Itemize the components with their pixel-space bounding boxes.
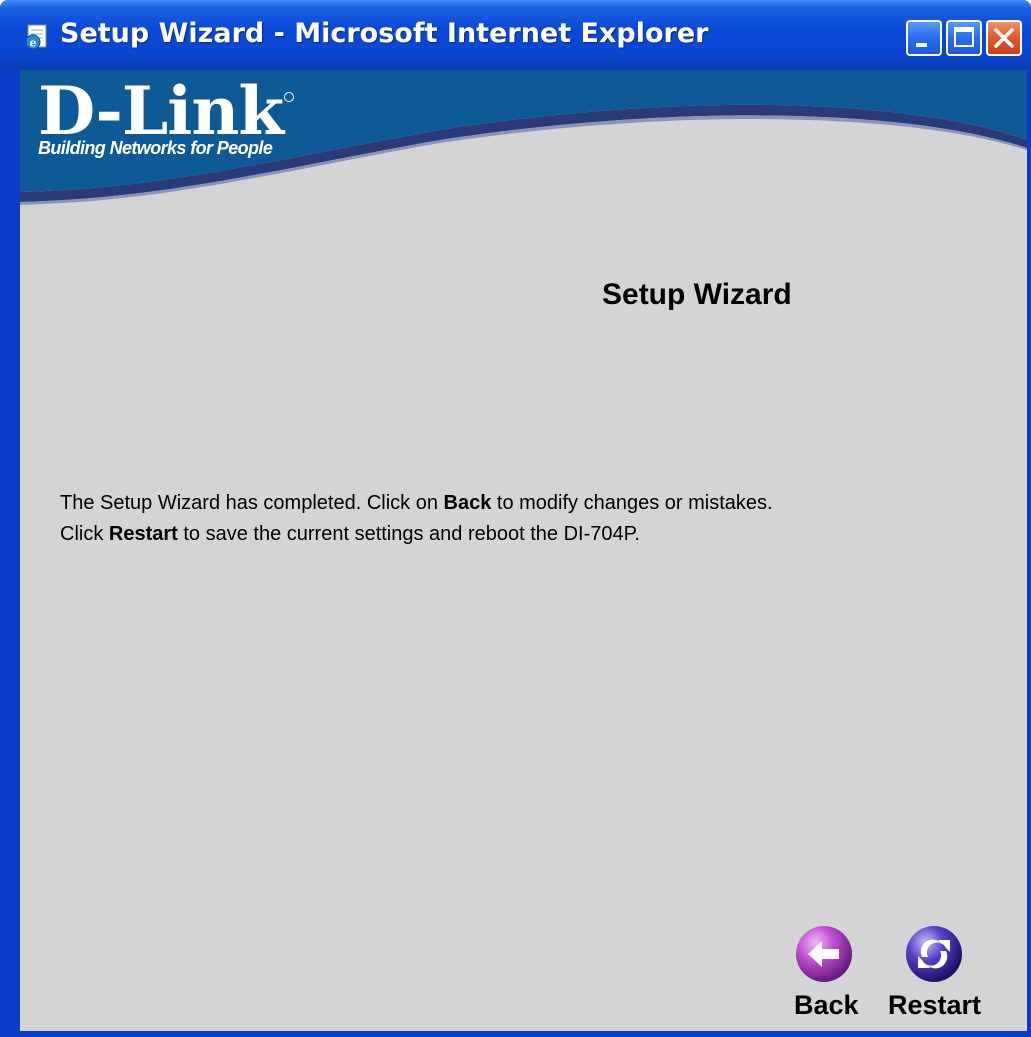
maximize-icon [954, 27, 974, 47]
maximize-button[interactable] [946, 20, 982, 56]
restart-button[interactable]: Restart [882, 922, 992, 1032]
title-bar[interactable]: e Setup Wizard - Microsoft Internet Expl… [0, 0, 1031, 70]
restart-arrows-icon [906, 926, 962, 982]
minimize-button[interactable] [906, 20, 942, 56]
restart-label: Restart [888, 990, 982, 1020]
svg-text:e: e [30, 37, 37, 50]
ie-page-icon: e [25, 24, 47, 50]
left-arrow-icon [796, 926, 852, 982]
message-text: The Setup Wizard has completed. Click on [60, 492, 444, 514]
message-text: to modify changes or mistakes. [491, 492, 773, 514]
window-frame-bottom [20, 1031, 1027, 1037]
message-text: to save the current settings and reboot … [177, 523, 640, 545]
window-title: Setup Wizard - Microsoft Internet Explor… [60, 18, 709, 49]
back-button[interactable]: Back [782, 922, 862, 1032]
window-frame-left [0, 70, 20, 1037]
completion-message: The Setup Wizard has completed. Click on… [60, 488, 773, 550]
brand-tagline: Building Networks for People [38, 138, 273, 158]
back-label: Back [794, 990, 859, 1020]
page-title: Setup Wizard [602, 278, 792, 311]
message-text: Click [60, 523, 109, 545]
page-content: D-Link Building Networks for People Setu… [20, 70, 1027, 1037]
close-button[interactable] [986, 20, 1022, 56]
message-back-keyword: Back [443, 492, 492, 514]
browser-window: e Setup Wizard - Microsoft Internet Expl… [0, 0, 1031, 1037]
window-frame-right [1027, 70, 1031, 1037]
minimize-icon [916, 43, 927, 47]
close-icon [994, 28, 1014, 48]
message-restart-keyword: Restart [108, 523, 178, 545]
registered-mark-icon [284, 92, 294, 102]
